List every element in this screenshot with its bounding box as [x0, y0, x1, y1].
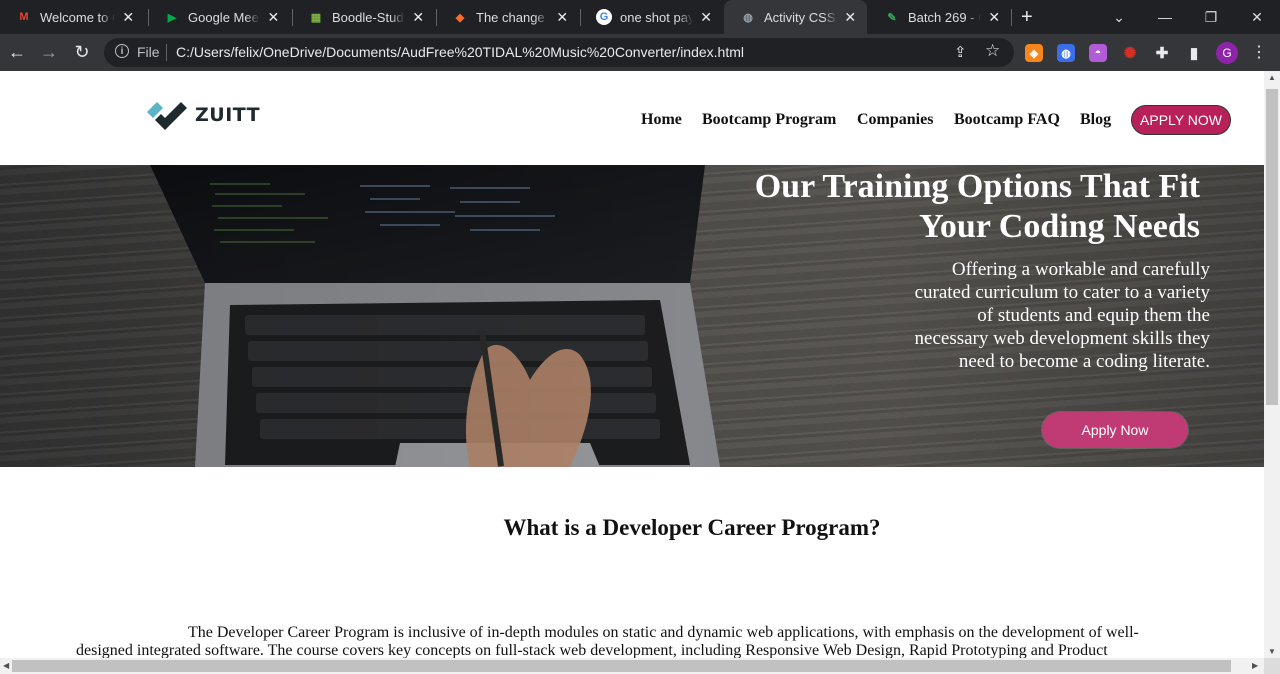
divider	[166, 44, 167, 61]
tab-title: Batch 269 - Ch	[908, 9, 981, 25]
tab-one-shot-payment[interactable]: G one shot paym ✕	[580, 0, 723, 34]
close-window-button[interactable]: ✕	[1234, 0, 1280, 34]
maximize-button[interactable]: ❐	[1188, 0, 1234, 34]
scroll-thumb[interactable]	[1266, 89, 1278, 405]
tab-gmail[interactable]: M Welcome to Ch ✕	[0, 0, 145, 34]
page-viewport: ZUITT Home Bootcamp Program Companies Bo…	[0, 71, 1264, 658]
profile-avatar[interactable]: G	[1216, 42, 1238, 64]
globe-icon: ◍	[743, 11, 753, 24]
nav-bootcamp-faq[interactable]: Bootcamp FAQ	[954, 111, 1060, 129]
tab-title: The change yo	[476, 9, 549, 25]
bookmark-star-icon[interactable]: ☆	[985, 41, 1000, 61]
browser-toolbar: ← → ↻ i File C:/Users/felix/OneDrive/Doc…	[0, 34, 1280, 71]
logo-mark-icon	[147, 102, 187, 130]
close-tab-icon[interactable]: ✕	[844, 9, 857, 26]
tab-google-meet[interactable]: ▶ Google Meet ✕	[148, 0, 291, 34]
chat-icon: ✎	[887, 11, 897, 24]
reload-button[interactable]: ↻	[70, 40, 94, 64]
tab-batch-269[interactable]: ✎ Batch 269 - Ch ✕	[868, 0, 1011, 34]
scroll-left-icon[interactable]: ◀	[3, 661, 9, 670]
scroll-right-icon[interactable]: ▶	[1252, 661, 1258, 670]
apply-now-button[interactable]: APPLY NOW	[1131, 105, 1231, 135]
boodle-icon: ▦	[310, 11, 322, 24]
nav-companies[interactable]: Companies	[857, 111, 933, 129]
back-button[interactable]: ←	[5, 40, 29, 64]
close-tab-icon[interactable]: ✕	[121, 9, 135, 26]
section-text: The Developer Career Program is inclusiv…	[76, 624, 1139, 658]
tab-search-icon[interactable]: ⌄	[1096, 0, 1142, 34]
tab-title: Google Meet	[188, 9, 260, 25]
google-icon: G	[596, 9, 612, 25]
cupcake-extension-icon[interactable]: ◓	[1089, 44, 1107, 62]
url-text[interactable]: C:/Users/felix/OneDrive/Documents/AudFre…	[176, 44, 744, 60]
forward-button[interactable]: →	[37, 40, 61, 64]
tab-activity-css[interactable]: ◍ Activity CSS St ✕	[724, 0, 867, 34]
minimize-button[interactable]: —	[1142, 0, 1188, 34]
hero-apply-now-button[interactable]: Apply Now	[1042, 412, 1188, 448]
shield-extension-icon[interactable]: ◍	[1057, 44, 1075, 62]
tab-title: one shot paym	[620, 9, 694, 25]
close-tab-icon[interactable]: ✕	[555, 9, 569, 26]
share-icon[interactable]: ⇪	[954, 43, 967, 61]
scrollbar-corner	[1264, 658, 1280, 674]
nav-home[interactable]: Home	[641, 111, 682, 129]
tab-strip: M Welcome to Ch ✕ ▶ Google Meet ✕ ▦ Bood…	[0, 0, 1280, 34]
meet-icon: ▶	[167, 11, 177, 24]
section-title: What is a Developer Career Program?	[503, 515, 881, 540]
zuitt-logo[interactable]: ZUITT	[145, 98, 260, 132]
hero-title-line1: Our Training Options That Fit	[754, 168, 1200, 205]
vertical-scrollbar[interactable]: ▲ ▼	[1264, 71, 1280, 658]
close-tab-icon[interactable]: ✕	[987, 9, 1001, 26]
scroll-down-icon[interactable]: ▼	[1268, 647, 1276, 656]
tab-title: Boodle-Studen	[332, 9, 405, 25]
horizontal-scrollbar[interactable]: ◀ ▶	[0, 658, 1264, 674]
metamask-icon[interactable]: ◈	[1025, 44, 1043, 62]
info-icon[interactable]: i	[115, 44, 129, 58]
tab-title: Welcome to Ch	[40, 9, 115, 25]
gitlab-icon: ◆	[455, 11, 465, 24]
nav-blog[interactable]: Blog	[1080, 111, 1111, 129]
tab-boodle[interactable]: ▦ Boodle-Studen ✕	[292, 0, 435, 34]
close-tab-icon[interactable]: ✕	[266, 9, 281, 26]
sidepanel-icon[interactable]: ▮	[1185, 44, 1203, 62]
logo-text: ZUITT	[195, 104, 261, 126]
spinner-extension-icon[interactable]: ✺	[1121, 44, 1139, 62]
close-tab-icon[interactable]: ✕	[411, 9, 425, 26]
scroll-thumb[interactable]	[12, 660, 1231, 672]
new-tab-button[interactable]: +	[1021, 6, 1033, 28]
hero-title: Our Training Options That Fit Your Codin…	[640, 167, 1200, 247]
puzzle-icon[interactable]: ✚	[1153, 44, 1171, 62]
gmail-icon: M	[19, 11, 29, 23]
nav-bootcamp-program[interactable]: Bootcamp Program	[702, 111, 836, 129]
tab-gitlab[interactable]: ◆ The change yo ✕	[436, 0, 579, 34]
menu-icon[interactable]: ⋮	[1251, 42, 1267, 62]
hero-description: Offering a workable and carefully curate…	[914, 259, 1210, 372]
address-bar[interactable]: i File C:/Users/felix/OneDrive/Documents…	[104, 38, 1014, 67]
scroll-up-icon[interactable]: ▲	[1268, 73, 1276, 82]
scheme-label: File	[137, 44, 160, 60]
tab-title: Activity CSS St	[764, 9, 838, 25]
close-tab-icon[interactable]: ✕	[699, 9, 713, 26]
hero-banner: Our Training Options That Fit Your Codin…	[0, 165, 1264, 467]
hero-title-line2: Your Coding Needs	[919, 208, 1200, 245]
